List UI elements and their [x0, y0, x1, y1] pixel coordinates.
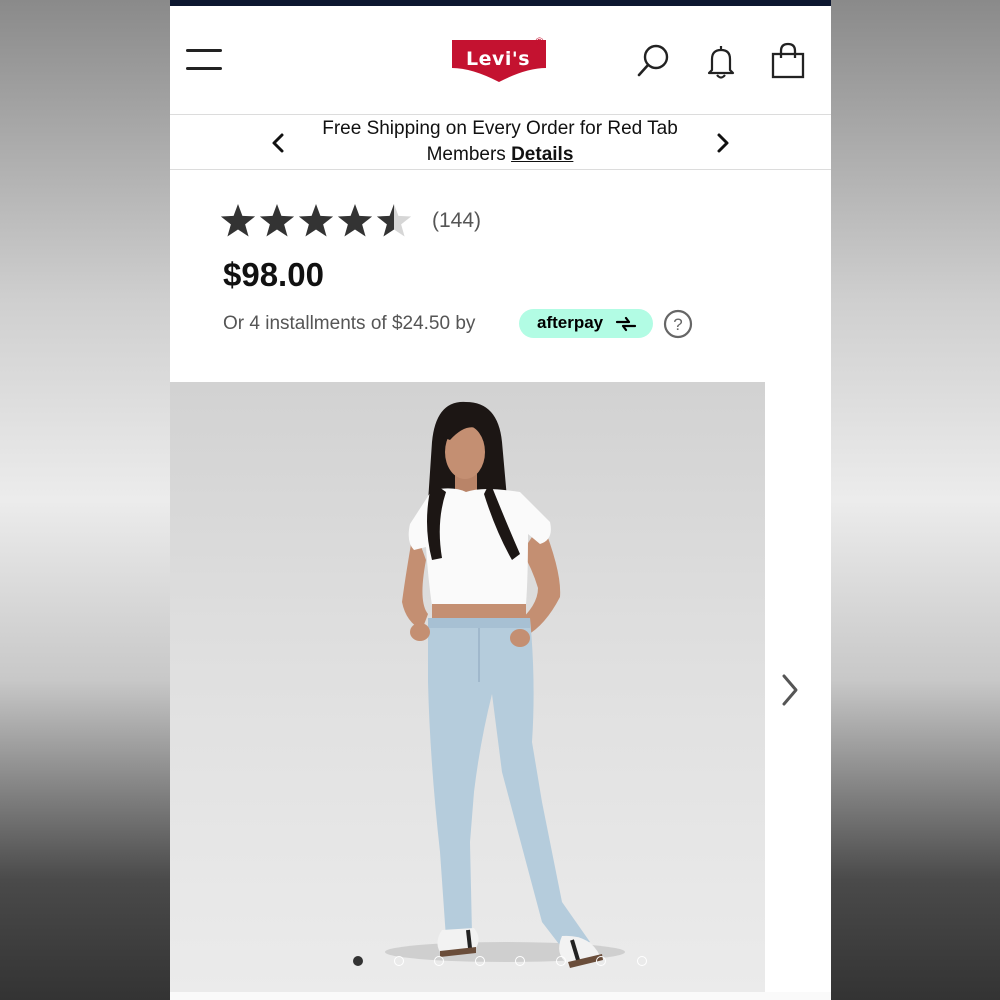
mobile-page: Levi's ® Free Shipping on Every Order fo… [170, 0, 831, 1000]
brand-logo[interactable]: Levi's ® [450, 35, 550, 84]
shopping-bag-icon[interactable] [769, 42, 807, 80]
bell-icon[interactable] [702, 42, 740, 80]
promo-details-link[interactable]: Details [511, 144, 573, 165]
star-icon [298, 204, 334, 237]
gallery-dot[interactable] [353, 956, 363, 966]
gallery-dot[interactable] [515, 956, 525, 966]
gallery-dot[interactable] [596, 956, 606, 966]
gallery-dot[interactable] [555, 956, 566, 966]
promo-prev-chevron-icon[interactable] [268, 131, 288, 155]
gallery-next-chevron-icon[interactable] [776, 670, 804, 710]
afterpay-badge[interactable]: afterpay [519, 309, 653, 338]
site-header: Levi's ® [170, 6, 831, 115]
product-rating[interactable]: (144) [220, 200, 620, 242]
product-photo [385, 401, 625, 968]
afterpay-label: afterpay [537, 313, 604, 332]
star-icon [259, 204, 295, 237]
help-question-icon[interactable]: ? [663, 309, 693, 339]
background-left [0, 0, 170, 1000]
promo-next-chevron-icon[interactable] [713, 131, 733, 155]
brand-name: Levi's [465, 48, 531, 70]
promo-banner: Free Shipping on Every Order for Red Tab… [170, 115, 831, 170]
product-image-gallery[interactable] [170, 382, 765, 992]
menu-icon[interactable] [186, 46, 222, 72]
background-right [831, 0, 1000, 1000]
gallery-dot[interactable] [474, 956, 485, 966]
gallery-dot[interactable] [434, 956, 444, 966]
gallery-dot[interactable] [393, 956, 404, 966]
gallery-pagination-dots [353, 956, 653, 970]
installments-text: Or 4 installments of $24.50 by [223, 313, 476, 334]
star-icon [337, 204, 373, 237]
promo-message: Free Shipping on Every Order for Red Tab… [290, 116, 710, 168]
gallery-dot[interactable] [636, 956, 647, 966]
review-count[interactable]: (144) [432, 209, 481, 233]
afterpay-arrows-icon [615, 316, 637, 332]
product-price: $98.00 [223, 256, 324, 293]
search-icon[interactable] [634, 42, 672, 80]
registered-mark: ® [534, 35, 545, 48]
promo-text: Free Shipping on Every Order for Red Tab… [322, 118, 678, 165]
bottom-edge [170, 992, 831, 1000]
rating-stars [220, 204, 412, 237]
svg-text:?: ? [673, 315, 682, 334]
star-icon [220, 204, 256, 237]
star-icon [376, 204, 412, 237]
